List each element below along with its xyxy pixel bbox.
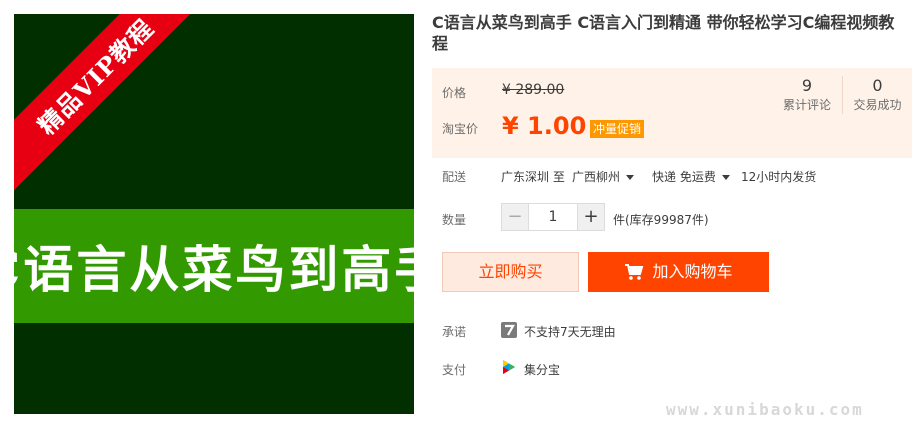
shipping-method-select[interactable]: 快递 免运费 xyxy=(652,168,730,185)
quantity-stepper: − + xyxy=(501,203,605,231)
chevron-down-icon xyxy=(626,175,635,180)
payment-label: 支付 xyxy=(442,363,467,377)
add-to-cart-button[interactable]: 加入购物车 xyxy=(588,252,769,292)
promise-label: 承诺 xyxy=(442,325,467,339)
chevron-down-icon xyxy=(721,175,730,180)
sales-label: 交易成功 xyxy=(853,98,902,112)
product-title: C语言从菜鸟到高手 C语言入门到精通 带你轻松学习C编程视频教程 xyxy=(432,13,895,53)
ship-to-select[interactable]: 广西柳州 xyxy=(572,168,635,185)
jifenbao-icon xyxy=(503,360,515,374)
decrease-button[interactable]: − xyxy=(502,204,528,230)
stats: 9 累计评论 0 交易成功 xyxy=(772,76,912,114)
product-image: 精品VIP教程 C语言从菜鸟到高手 xyxy=(14,14,414,414)
no-return-icon xyxy=(501,322,517,338)
original-price: ¥ 289.00 xyxy=(502,82,565,98)
product-banner: C语言从菜鸟到高手 xyxy=(14,209,414,323)
stat-sales: 0 交易成功 xyxy=(842,76,912,114)
payment-text: 集分宝 xyxy=(524,363,561,377)
increase-button[interactable]: + xyxy=(578,204,604,230)
price-panel: 价格 ¥ 289.00 淘宝价 ¥ 1.00 冲量促销 9 累计评论 0 交易成… xyxy=(432,68,912,158)
ship-from: 广东深圳 至 xyxy=(501,170,565,184)
quantity-label: 数量 xyxy=(442,213,467,227)
quantity-input[interactable] xyxy=(528,204,578,230)
promise-text: 不支持7天无理由 xyxy=(524,325,616,339)
shipping-label: 配送 xyxy=(442,170,467,184)
reviews-count: 9 xyxy=(801,76,813,95)
vip-ribbon: 精品VIP教程 xyxy=(14,14,218,199)
watermark: www.xunibaoku.com xyxy=(666,400,864,419)
ribbon-text: 精品VIP教程 xyxy=(31,14,160,141)
stat-reviews[interactable]: 9 累计评论 xyxy=(772,76,842,114)
ship-to-value: 广西柳州 xyxy=(572,170,621,184)
banner-text: C语言从菜鸟到高手 xyxy=(14,240,414,299)
cart-icon xyxy=(625,264,644,280)
shipping-method-value: 快递 免运费 xyxy=(652,170,716,184)
reviews-label: 累计评论 xyxy=(782,98,831,112)
stock-info: 件(库存99987件) xyxy=(613,213,709,227)
add-to-cart-label: 加入购物车 xyxy=(652,262,733,281)
dispatch-time: 12小时内发货 xyxy=(741,170,817,184)
sales-count: 0 xyxy=(872,76,883,95)
price-label: 价格 xyxy=(442,86,467,100)
promo-price: ¥ 1.00 xyxy=(502,112,587,140)
promo-tag: 冲量促销 xyxy=(590,120,645,138)
buy-now-button[interactable]: 立即购买 xyxy=(442,252,579,292)
promo-price-label: 淘宝价 xyxy=(442,122,479,136)
